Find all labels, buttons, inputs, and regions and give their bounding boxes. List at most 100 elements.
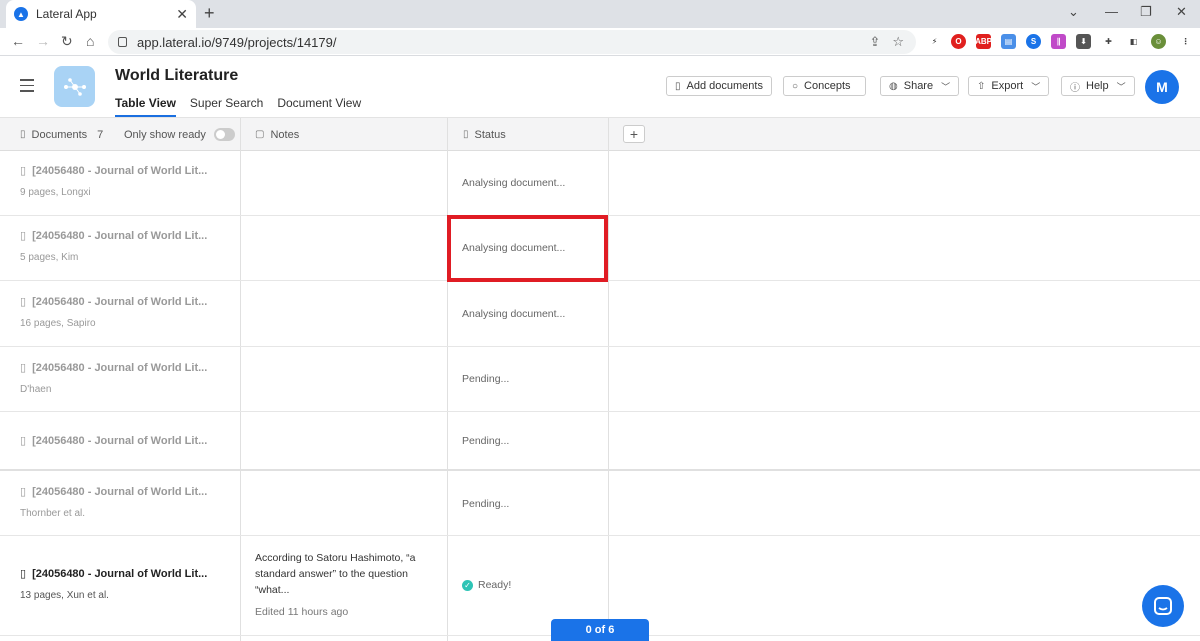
close-window-icon[interactable]: ✕ <box>1176 4 1187 20</box>
document-title: [24056480 - Journal of World Lit... <box>32 567 208 580</box>
note-text: According to Satoru Hashimoto, “a standa… <box>255 552 416 596</box>
table-row[interactable]: ▯ [24056480 - Journal of World Lit... 16 … <box>0 281 1200 347</box>
chevron-down-icon: ﹀ <box>1116 81 1126 92</box>
document-icon: ▯ <box>20 362 27 374</box>
extension-download-icon[interactable]: ⬇ <box>1076 34 1091 49</box>
tab-super-search[interactable]: Super Search <box>190 96 263 117</box>
highlight-box <box>447 215 608 282</box>
add-documents-label: Add documents <box>686 80 763 92</box>
status-icon: ▯ <box>463 129 469 140</box>
document-cell[interactable]: ▯ [24056480 - Journal of World Lit... 13 … <box>20 567 208 602</box>
restore-icon[interactable]: ❐ <box>1140 4 1152 20</box>
table-row[interactable]: ▯ [24056480 - Journal of World Lit... Tho… <box>0 471 1200 536</box>
address-bar[interactable]: app.lateral.io/9749/projects/14179/ ⇪ ☆ <box>108 30 916 54</box>
chevron-down-icon: ﹀ <box>1031 81 1041 92</box>
document-icon: ▯ <box>20 486 27 498</box>
lock-icon <box>118 37 127 47</box>
home-icon[interactable]: ⌂ <box>86 33 94 49</box>
export-label: Export <box>991 80 1024 92</box>
document-icon: ▯ <box>20 296 27 308</box>
circle-icon: ○ <box>792 80 799 92</box>
document-cell[interactable]: ▯ [24056480 - Journal of World Lit... 5 p… <box>20 229 207 264</box>
only-show-ready-label: Only show ready <box>124 128 206 141</box>
add-column-button[interactable]: + <box>623 125 645 143</box>
close-tab-icon[interactable]: ✕ <box>176 6 188 23</box>
minimize-icon[interactable]: — <box>1105 4 1118 19</box>
extension-s-icon[interactable]: S <box>1026 34 1041 49</box>
side-panel-icon[interactable]: ◧ <box>1126 34 1141 49</box>
document-icon: ▯ <box>20 230 27 242</box>
document-meta: 13 pages, Xun et al. <box>20 590 109 601</box>
extension-adblock-icon[interactable]: ABP <box>975 34 992 49</box>
tab-table-view[interactable]: Table View <box>115 96 176 117</box>
globe-icon: ◍ <box>889 80 898 92</box>
chat-icon <box>1154 597 1172 615</box>
browser-tab[interactable]: ▲ Lateral App ✕ <box>6 0 196 28</box>
add-documents-button[interactable]: ▯ Add documents <box>666 76 772 96</box>
forward-icon[interactable]: → <box>36 33 50 49</box>
extension-library-icon[interactable]: ∥ <box>1051 34 1066 49</box>
table-row[interactable]: ▯ [24056480 - Journal of World Lit... Pen… <box>0 412 1200 471</box>
note-icon: ▢ <box>255 129 265 140</box>
status-column-header[interactable]: ▯ Status <box>463 118 506 151</box>
project-title: World Literature <box>115 67 239 84</box>
extension-bolt-icon[interactable]: ⚡ <box>927 34 942 49</box>
browser-tabstrip: ▲ Lateral App ✕ + ⌄ — ❐ ✕ <box>0 0 1200 28</box>
browser-menu-icon[interactable]: ⋮ <box>1178 34 1193 49</box>
document-cell[interactable]: ▯ [24056480 - Journal of World Lit... 16 … <box>20 295 207 330</box>
concepts-button[interactable]: ○ Concepts <box>783 76 866 96</box>
profile-icon[interactable]: ☺ <box>1151 34 1166 49</box>
document-cell[interactable]: ▯ [24056480 - Journal of World Lit... 9 p… <box>20 164 207 199</box>
documents-column-header: ▯ Documents 7 <box>20 118 103 151</box>
document-icon: ▯ <box>20 129 26 140</box>
help-button[interactable]: ⓘ Help ﹀ <box>1061 76 1135 96</box>
document-title: [24056480 - Journal of World Lit... <box>32 485 208 498</box>
back-icon[interactable]: ← <box>11 33 25 49</box>
browser-toolbar: ← → ↻ ⌂ app.lateral.io/9749/projects/141… <box>0 28 1200 56</box>
document-meta: Thornber et al. <box>20 508 86 519</box>
reload-icon[interactable]: ↻ <box>61 33 73 50</box>
new-tab-icon[interactable]: + <box>204 3 215 24</box>
documents-header-label: Documents <box>31 128 88 141</box>
chevron-down-icon: ﹀ <box>941 81 951 92</box>
browser-tab-title: Lateral App <box>36 7 97 21</box>
bookmark-star-icon[interactable]: ☆ <box>892 34 904 50</box>
table-row[interactable]: ▯ [24056480 - Journal of World Lit... 9 p… <box>0 151 1200 216</box>
extensions-puzzle-icon[interactable]: ✚ <box>1101 34 1116 49</box>
share-page-icon[interactable]: ⇪ <box>869 34 880 50</box>
table-header: ▯ Documents 7 Only show ready ▢ Notes ▯ … <box>0 118 1200 151</box>
document-meta: 9 pages, Longxi <box>20 187 91 198</box>
extension-opera-icon[interactable]: O <box>951 34 966 49</box>
documents-count: 7 <box>97 128 104 141</box>
extension-docs-icon[interactable]: ▤ <box>1001 34 1016 49</box>
document-cell[interactable]: ▯ [24056480 - Journal of World Lit... Tho… <box>20 485 208 520</box>
document-cell[interactable]: ▯ [24056480 - Journal of World Lit... <box>20 434 207 448</box>
notes-column-header[interactable]: ▢ Notes <box>255 118 299 151</box>
status-cell: Pending... <box>462 435 510 447</box>
user-avatar[interactable]: M <box>1145 70 1179 104</box>
status-cell: ✓ Ready! <box>462 579 511 591</box>
concepts-label: Concepts <box>804 80 851 92</box>
lateral-favicon-icon: ▲ <box>14 7 28 21</box>
only-show-ready-toggle[interactable] <box>213 128 235 141</box>
table-row[interactable]: ▯ [24056480 - Journal of World Lit... D'h… <box>0 347 1200 412</box>
document-icon: ▯ <box>20 568 27 580</box>
pagination-indicator[interactable]: 0 of 6 <box>551 619 649 641</box>
tab-search-icon[interactable]: ⌄ <box>1068 4 1079 20</box>
app-header: World Literature Table View Super Search… <box>0 56 1200 118</box>
document-icon: ▯ <box>20 435 27 447</box>
status-header-label: Status <box>474 128 506 141</box>
hamburger-menu-icon[interactable] <box>20 79 34 96</box>
share-button[interactable]: ◍ Share ﹀ <box>880 76 960 96</box>
status-cell: Pending... <box>462 498 510 510</box>
chat-support-button[interactable] <box>1142 585 1184 627</box>
document-cell[interactable]: ▯ [24056480 - Journal of World Lit... D'h… <box>20 361 207 396</box>
share-label: Share <box>903 80 934 92</box>
project-logo <box>54 66 95 107</box>
only-show-ready-control: Only show ready <box>124 118 235 151</box>
document-meta: 5 pages, Kim <box>20 252 79 263</box>
notes-cell[interactable]: According to Satoru Hashimoto, “a standa… <box>255 550 435 620</box>
export-button[interactable]: ⇧ Export ﹀ <box>968 76 1050 96</box>
tab-document-view[interactable]: Document View <box>277 96 361 117</box>
document-meta: 16 pages, Sapiro <box>20 318 96 329</box>
